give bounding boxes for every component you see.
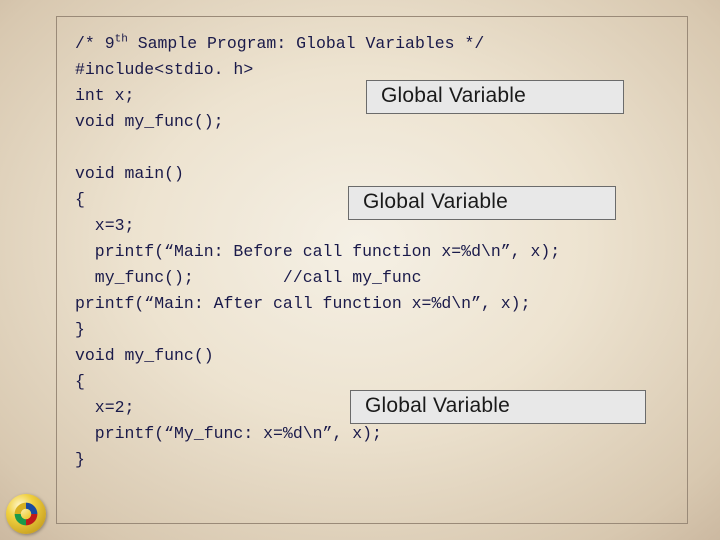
logo-icon (6, 494, 46, 534)
code-line-14: { (75, 372, 85, 391)
code-line-16: printf(“My_func: x=%d\n”, x); (75, 424, 382, 443)
callout-global-variable-3: Global Variable (350, 390, 646, 424)
code-line-7: { (75, 190, 85, 209)
code-line-9: printf(“Main: Before call function x=%d\… (75, 242, 560, 261)
callout-global-variable-2: Global Variable (348, 186, 616, 220)
code-line-1c: Sample Program: Global Variables */ (128, 34, 484, 53)
code-line-12: } (75, 320, 85, 339)
callout-global-variable-1: Global Variable (366, 80, 624, 114)
code-line-17: } (75, 450, 85, 469)
code-line-2: #include<stdio. h> (75, 60, 253, 79)
code-line-1a: /* 9 (75, 34, 115, 53)
code-line-13: void my_func() (75, 346, 214, 365)
code-line-15: x=2; (75, 398, 134, 417)
code-line-3: int x; (75, 86, 134, 105)
code-line-8: x=3; (75, 216, 134, 235)
code-line-4: void my_func(); (75, 112, 224, 131)
code-line-10: my_func(); //call my_func (75, 268, 422, 287)
code-line-11: printf(“Main: After call function x=%d\n… (75, 294, 530, 313)
code-line-1-superscript: th (115, 34, 128, 46)
code-line-6: void main() (75, 164, 184, 183)
